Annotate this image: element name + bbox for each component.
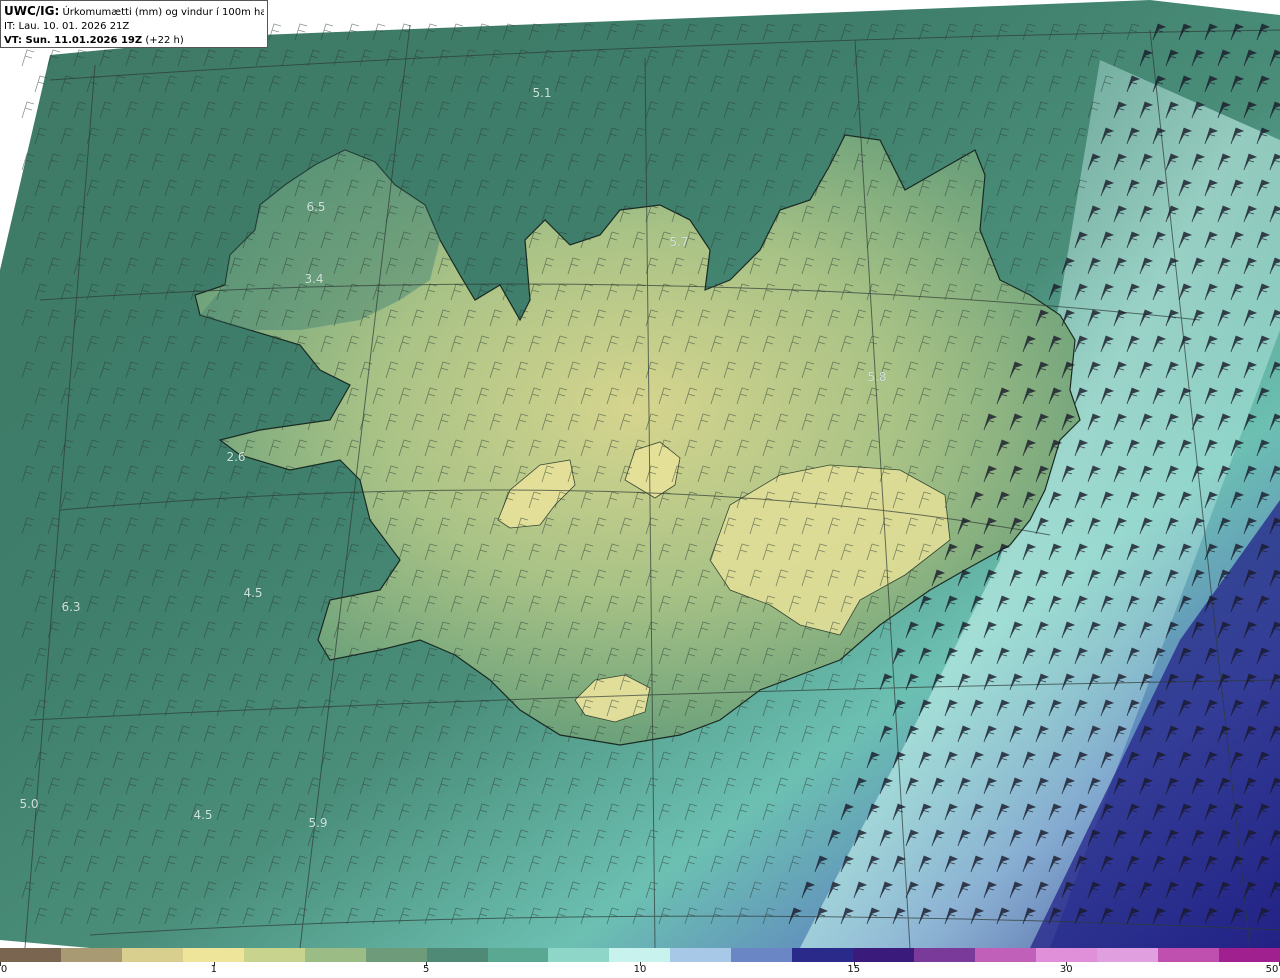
colorbar-segment [975, 948, 1036, 962]
map-value-label: 5.0 [19, 797, 39, 811]
colorbar: 0 1 5 10 15 30 50 [0, 948, 1280, 978]
map-value-label: 5.9 [308, 816, 328, 830]
colorbar-strip [0, 948, 1280, 962]
colorbar-segment [914, 948, 975, 962]
map-canvas [0, 0, 1280, 948]
colorbar-tick-label: 10 [633, 964, 647, 975]
map-value-label: 6.3 [61, 600, 81, 614]
colorbar-segment [731, 948, 793, 962]
colorbar-segment [609, 948, 671, 962]
map-value-label: 4.5 [193, 808, 213, 822]
model-name: UWC/IG: [4, 4, 60, 18]
map-value-label: 4.5 [243, 586, 263, 600]
colorbar-segment [670, 948, 732, 962]
colorbar-segment [243, 948, 305, 962]
colorbar-segment [121, 948, 183, 962]
colorbar-segment [548, 948, 610, 962]
map-value-label: 3.4 [304, 272, 324, 286]
colorbar-segment [304, 948, 366, 962]
map-header: UWC/IG: Úrkomumætti (mm) og vindur í 100… [0, 0, 268, 48]
colorbar-segment [1035, 948, 1097, 962]
map-value-label: 6.5 [306, 200, 326, 214]
map-value-label: 2.6 [226, 450, 246, 464]
colorbar-tick-label: 15 [847, 964, 861, 975]
init-time: IT: Lau. 10. 01. 2026 21Z [4, 21, 130, 32]
map-value-label: 5.8 [867, 370, 887, 384]
lead-time: (+22 h) [145, 35, 184, 46]
colorbar-segment [60, 948, 122, 962]
colorbar-segment [426, 948, 488, 962]
colorbar-segment [487, 948, 549, 962]
valid-time: VT: Sun. 11.01.2026 19Z [4, 35, 143, 46]
colorbar-tick-label: 30 [1059, 964, 1073, 975]
colorbar-tick-label: 1 [210, 964, 217, 975]
colorbar-segment [1096, 948, 1158, 962]
colorbar-segment [853, 948, 915, 962]
colorbar-segment [1157, 948, 1219, 962]
colorbar-segment [182, 948, 244, 962]
field-description: Úrkomumætti (mm) og vindur í 100m hæð [62, 7, 264, 18]
colorbar-segment [365, 948, 427, 962]
map-value-label: 5.7 [669, 235, 689, 249]
colorbar-segment [0, 948, 61, 962]
colorbar-segment [1218, 948, 1280, 962]
colorbar-tick-label: 5 [423, 964, 430, 975]
colorbar-tick-label: 0 [0, 964, 8, 975]
forecast-map: UWC/IG: Úrkomumætti (mm) og vindur í 100… [0, 0, 1280, 948]
map-value-label: 5.1 [532, 86, 552, 100]
colorbar-tick-label: 50 [1265, 964, 1279, 975]
colorbar-segment [792, 948, 854, 962]
